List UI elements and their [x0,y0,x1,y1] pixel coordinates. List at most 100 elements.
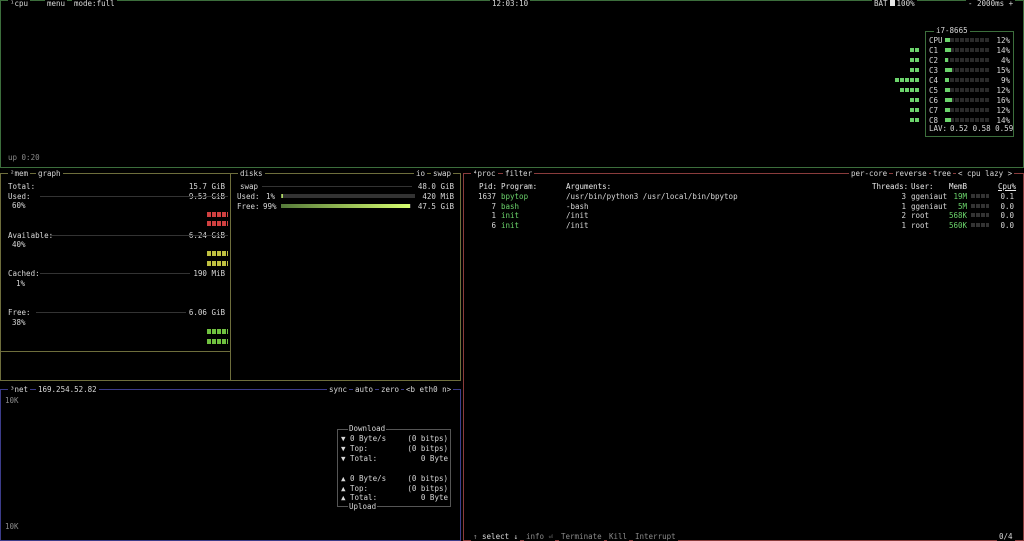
mem-free-graph-2 [207,339,228,344]
cpu-panel [0,0,1024,168]
proc-mem-meter [971,213,989,218]
proc-user: ggeniaut [911,192,948,201]
net-arrow-icon: ▲ [341,493,346,502]
cpu-tab[interactable]: ¹cpu [8,0,31,8]
mem-tab[interactable]: ²mem [8,169,31,178]
reverse-toggle[interactable]: reverse [893,169,929,178]
mem-avail-graph-2 [207,261,228,266]
net-scale-top: 10K [5,396,19,405]
mem-free-label: Free: [8,308,31,317]
proc-mem: 19M [953,192,967,201]
mem-free-pct: 38% [12,318,26,327]
core-name: C6 [929,96,939,105]
net-auto-toggle[interactable]: auto [353,385,376,394]
core-meter [945,88,989,92]
lav-values: 0.52 0.58 0.59 [950,124,1014,133]
uptime: up 0:20 [8,153,40,162]
proc-count: 0/4 [997,532,1015,541]
col-threads[interactable]: Threads: [872,182,908,191]
proc-tab[interactable]: ⁴proc [471,169,498,178]
proc-cpu: 0.0 [1000,221,1014,231]
swap-toggle[interactable]: swap [431,169,454,178]
net-sync-toggle[interactable]: sync [327,385,350,394]
io-toggle[interactable]: io [414,169,428,178]
select-label: select [482,532,510,541]
mem-used-pct: 60% [12,201,26,210]
proc-filter-button[interactable]: filter [503,169,535,178]
swap-used-bar-fill [281,194,283,198]
net-row-value: 0 Byte [420,454,448,463]
mem-tab-label: mem [14,169,29,178]
net-row-label: Total: [350,493,378,502]
cpu-tab-label: cpu [14,0,29,8]
proc-cpu: 0.1 [1000,192,1014,201]
mem-cached-label: Cached: [8,269,40,278]
swap-free-value: 47.5 GiB [417,202,454,211]
proc-program: init [501,211,520,221]
net-upload-label: Upload [348,502,378,511]
net-arrow-icon: ▼ [341,444,346,453]
proc-footer-kill[interactable]: Kill [607,532,630,541]
net-tab[interactable]: ³net [8,385,31,394]
proc-footer-select[interactable]: ↑ select ↓ [471,532,521,541]
proc-footer-info[interactable]: info ⏎ [524,532,556,541]
net-iface-selector[interactable]: <b eth0 n> [404,385,454,394]
mem-avail-label: Available: [8,231,54,240]
proc-args: /init [566,211,589,221]
info-label: info [526,532,545,541]
col-user[interactable]: User: [911,182,934,191]
proc-args: -bash [566,201,589,211]
core-history [895,78,919,82]
proc-threads: 1 [901,201,906,211]
proc-mem-meter [971,194,989,198]
col-args[interactable]: Arguments: [566,182,611,191]
mem-total-label: Total: [8,182,36,191]
proc-pid: 6 [491,221,496,231]
lav-label: LAV: [929,124,948,133]
core-pct: 12% [996,86,1010,95]
core-pct: 9% [1000,76,1010,85]
mode-button[interactable]: mode:full [72,0,117,8]
proc-user: ggeniaut [911,201,948,211]
table-row[interactable] [465,221,1020,230]
core-pct: 15% [996,66,1010,75]
core-name: C3 [929,66,939,75]
col-cpu[interactable]: Cpu% [998,182,1016,191]
battery-label: BAT [874,0,888,8]
net-arrow-icon: ▲ [341,484,346,493]
table-row[interactable] [465,211,1020,220]
proc-mem: 5M [957,201,967,211]
net-row-label: Top: [350,484,369,493]
net-zero-toggle[interactable]: zero [379,385,402,394]
proc-args: /usr/bin/python3 /usr/local/bin/bpytop [566,192,738,201]
col-pid[interactable]: Pid: [479,182,497,191]
core-meter [945,38,989,42]
col-mem[interactable]: MemB [949,182,967,191]
update-interval[interactable]: - 2000ms + [966,0,1016,8]
core-meter [945,118,989,122]
mem-graph-toggle[interactable]: graph [36,169,63,178]
core-history [910,48,919,52]
mem-cached-value: 190 MiB [193,269,225,278]
proc-user: root [911,221,930,231]
core-meter-fill [945,68,952,72]
swap-used-bar [281,194,415,198]
disks-tab[interactable]: disks [238,169,265,178]
core-meter-fill [945,88,950,92]
net-row-value: (0 bitps) [407,484,448,493]
core-history [910,98,919,102]
menu-button[interactable]: menu [45,0,68,8]
mem-avail-rule [50,235,228,236]
sort-selector[interactable]: < cpu lazy > [956,169,1015,178]
core-meter [945,58,989,62]
core-meter-fill [945,98,952,102]
col-program[interactable]: Program: [501,182,537,191]
mem-avail-pct: 40% [12,240,26,249]
swap-label: swap [240,182,259,191]
mem-total-value: 15.7 GiB [188,182,225,191]
tree-toggle[interactable]: tree [931,169,954,178]
proc-footer-interrupt[interactable]: Interrupt [633,532,678,541]
proc-footer-terminate[interactable]: Terminate [559,532,604,541]
core-meter-fill [945,78,949,82]
per-core-toggle[interactable]: per-core [849,169,890,178]
